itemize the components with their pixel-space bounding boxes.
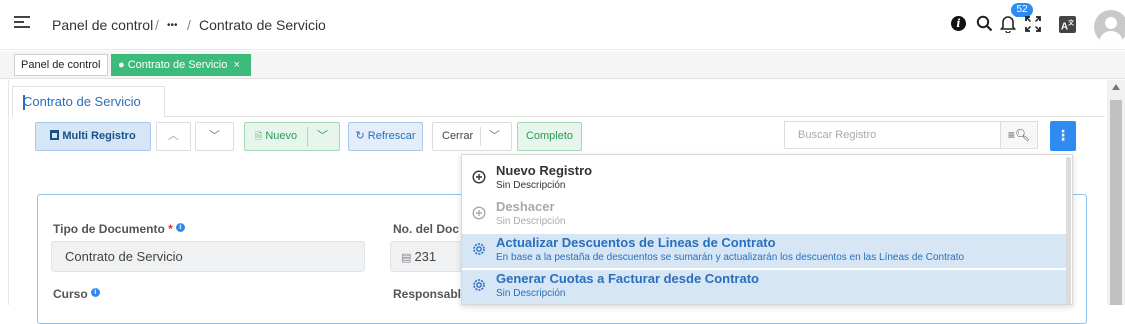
calculator-icon: ▤ [401, 252, 415, 264]
close-select[interactable]: Cerrar ﹀ [432, 122, 512, 151]
chevron-down-icon: ﹀ [489, 130, 500, 142]
translate-icon[interactable]: A文 [1059, 16, 1076, 33]
new-button[interactable]: 🗎 Nuevo ﹀ [244, 122, 340, 151]
breadcrumb-more[interactable]: ••• [167, 20, 178, 31]
chevron-up-icon: ︿ [168, 130, 179, 142]
breadcrumb-separator: / [187, 17, 191, 33]
gear-icon [473, 243, 485, 255]
previous-record-button[interactable]: ︿ [156, 122, 191, 151]
search-input[interactable]: Buscar Registro [784, 121, 1001, 149]
multi-record-button[interactable]: Multi Registro [35, 122, 151, 151]
menu-item-undo[interactable]: Deshacer Sin Descripción [462, 198, 1066, 232]
course-label: Curso i [53, 287, 100, 301]
new-label: Nuevo [265, 130, 298, 142]
chevron-down-icon[interactable]: ﹀ [317, 123, 328, 150]
breadcrumb-current: Contrato de Servicio [199, 17, 326, 33]
doc-type-field[interactable]: Contrato de Servicio [51, 241, 365, 272]
fullscreen-icon[interactable] [1025, 16, 1041, 32]
search-list-icon[interactable]: ≡🔍︎ [1000, 121, 1038, 149]
top-bar: Panel de control / ••• / Contrato de Ser… [0, 0, 1125, 50]
menu-item-title: Generar Cuotas a Facturar desde Contrato [496, 271, 759, 286]
tab-contrato-de-servicio[interactable]: ● Contrato de Servicio × [111, 54, 251, 76]
next-record-button[interactable]: ﹀ [195, 122, 234, 151]
complete-button[interactable]: Completo [517, 122, 582, 151]
bell-icon[interactable] [1000, 15, 1016, 33]
tab-close-icon[interactable]: × [233, 59, 239, 71]
multi-record-label: Multi Registro [62, 130, 136, 142]
notification-badge: 52 [1011, 3, 1033, 17]
refresh-button[interactable]: ↻ Refrescar [348, 122, 423, 151]
chevron-down-icon: ﹀ [209, 130, 220, 142]
tab-panel-de-control[interactable]: Panel de control [14, 54, 108, 76]
plus-circle-icon [472, 206, 486, 220]
gear-icon [473, 279, 485, 291]
window-tab-title[interactable]: Contrato de Servicio [12, 86, 165, 117]
menu-item-title: Nuevo Registro [496, 163, 593, 178]
grid-icon [50, 130, 60, 140]
menu-item-title: Actualizar Descuentos de Lineas de Contr… [496, 235, 776, 250]
info-icon: i [90, 288, 100, 297]
plus-circle-icon [472, 170, 486, 184]
document-icon: 🗎 [255, 131, 263, 141]
tab-label: Contrato de Servicio [127, 59, 228, 71]
refresh-icon: ↻ [355, 130, 365, 142]
close-label: Cerrar [442, 130, 474, 142]
menu-item-title: Deshacer [496, 199, 555, 214]
more-options-button[interactable]: ⋮ [1050, 121, 1076, 151]
avatar[interactable] [1094, 10, 1125, 44]
kebab-icon: ⋮ [1056, 127, 1070, 143]
menu-item-desc: Sin Descripción [496, 288, 566, 299]
menu-toggle-icon[interactable] [14, 16, 30, 30]
menu-item-desc: Sin Descripción [496, 180, 566, 191]
menu-item-desc: En base a la pestaña de descuentos se su… [496, 252, 965, 263]
info-icon[interactable]: i [951, 16, 966, 31]
doc-no-label: No. del Doc [393, 222, 460, 236]
menu-item-update-discounts[interactable]: Actualizar Descuentos de Lineas de Contr… [462, 234, 1066, 268]
doc-no-field[interactable]: ▤ 231 [390, 241, 465, 272]
page-scrollbar[interactable] [1107, 80, 1125, 305]
refresh-label: Refrescar [367, 130, 416, 142]
menu-item-desc: Sin Descripción [496, 216, 566, 227]
menu-item-new-record[interactable]: Nuevo Registro Sin Descripción [462, 162, 1066, 196]
doc-type-label: Tipo de Documento * i [53, 222, 185, 236]
active-dot-icon: ● [118, 59, 128, 71]
menu-scrollbar[interactable] [1066, 157, 1071, 304]
actions-menu: Nuevo Registro Sin Descripción Deshacer … [461, 154, 1073, 305]
breadcrumb-separator: / [155, 17, 159, 33]
menu-item-generate-fees[interactable]: Generar Cuotas a Facturar desde Contrato… [462, 270, 1066, 304]
breadcrumb-root[interactable]: Panel de control [52, 17, 153, 33]
responsible-label: Responsabl [393, 287, 462, 301]
info-icon: i [175, 223, 185, 232]
search-icon[interactable] [976, 15, 993, 32]
open-tabs-bar: Panel de control ● Contrato de Servicio … [0, 51, 1125, 79]
divider [165, 116, 1105, 117]
